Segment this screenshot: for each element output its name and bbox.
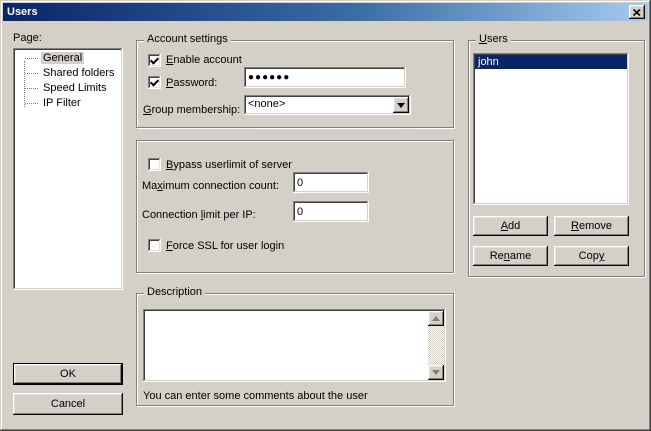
- force-ssl-label: Force SSL for user login: [166, 240, 284, 252]
- account-settings-group: Account settings Enable account Password…: [136, 40, 454, 128]
- scroll-up-button[interactable]: [428, 311, 444, 326]
- close-icon: [633, 9, 641, 16]
- password-input[interactable]: [244, 67, 406, 88]
- ok-button[interactable]: OK: [13, 363, 123, 385]
- cancel-button[interactable]: Cancel: [13, 393, 123, 415]
- password-checkbox[interactable]: [148, 76, 161, 89]
- page-item-general[interactable]: General: [15, 51, 121, 66]
- page-item-label: Speed Limits: [41, 82, 109, 94]
- add-user-button[interactable]: Add: [473, 216, 548, 236]
- user-list-item-john[interactable]: john: [475, 55, 627, 69]
- users-list[interactable]: john: [473, 53, 629, 205]
- enable-account-checkbox[interactable]: [148, 54, 161, 67]
- rename-user-button[interactable]: Rename: [473, 246, 548, 266]
- password-label: Password:: [166, 77, 217, 89]
- connection-limit-ip-label: Connection limit per IP:: [142, 209, 256, 221]
- force-ssl-checkbox[interactable]: [148, 239, 161, 252]
- description-group: Description You can enter some comments …: [136, 293, 454, 406]
- max-connection-label: Maximum connection count:: [142, 180, 279, 192]
- connection-limit-ip-input[interactable]: [293, 201, 369, 222]
- page-item-speed-limits[interactable]: Speed Limits: [15, 81, 121, 96]
- page-item-label: General: [41, 52, 84, 64]
- limits-group: Bypass userlimit of server Maximum conne…: [136, 140, 454, 273]
- users-legend: Users: [476, 33, 511, 46]
- page-item-shared-folders[interactable]: Shared folders: [15, 66, 121, 81]
- page-item-label: IP Filter: [41, 97, 83, 109]
- copy-user-button[interactable]: Copy: [554, 246, 629, 266]
- description-scrollbar[interactable]: [428, 311, 444, 380]
- group-membership-select[interactable]: <none>: [244, 95, 411, 115]
- remove-user-button[interactable]: Remove: [554, 216, 629, 236]
- account-settings-legend: Account settings: [144, 33, 231, 46]
- bypass-userlimit-checkbox[interactable]: [148, 158, 161, 171]
- users-dialog: Users Page: General Shared folders Speed…: [0, 0, 651, 431]
- scroll-down-button[interactable]: [428, 365, 444, 380]
- bypass-userlimit-label: Bypass userlimit of server: [166, 159, 292, 171]
- close-button[interactable]: [629, 5, 645, 19]
- group-membership-label: Group membership:: [143, 104, 240, 116]
- description-legend: Description: [144, 286, 205, 299]
- arrow-down-icon: [432, 370, 440, 379]
- description-textarea[interactable]: [143, 309, 446, 382]
- enable-account-label: Enable account: [166, 54, 242, 66]
- dropdown-button[interactable]: [393, 97, 409, 113]
- arrow-up-icon: [432, 312, 440, 321]
- users-group: Users john Add Remove Rename Copy: [468, 40, 645, 277]
- titlebar[interactable]: Users: [3, 3, 648, 21]
- max-connection-input[interactable]: [293, 172, 369, 193]
- page-tree: General Shared folders Speed Limits IP F…: [15, 51, 121, 111]
- page-item-label: Shared folders: [41, 67, 117, 79]
- page-list[interactable]: General Shared folders Speed Limits IP F…: [13, 48, 123, 290]
- chevron-down-icon: [397, 103, 405, 112]
- page-item-ip-filter[interactable]: IP Filter: [15, 96, 121, 111]
- group-membership-value: <none>: [248, 98, 285, 110]
- page-label: Page:: [13, 32, 42, 44]
- description-hint: You can enter some comments about the us…: [143, 390, 368, 402]
- window-title: Users: [7, 6, 38, 18]
